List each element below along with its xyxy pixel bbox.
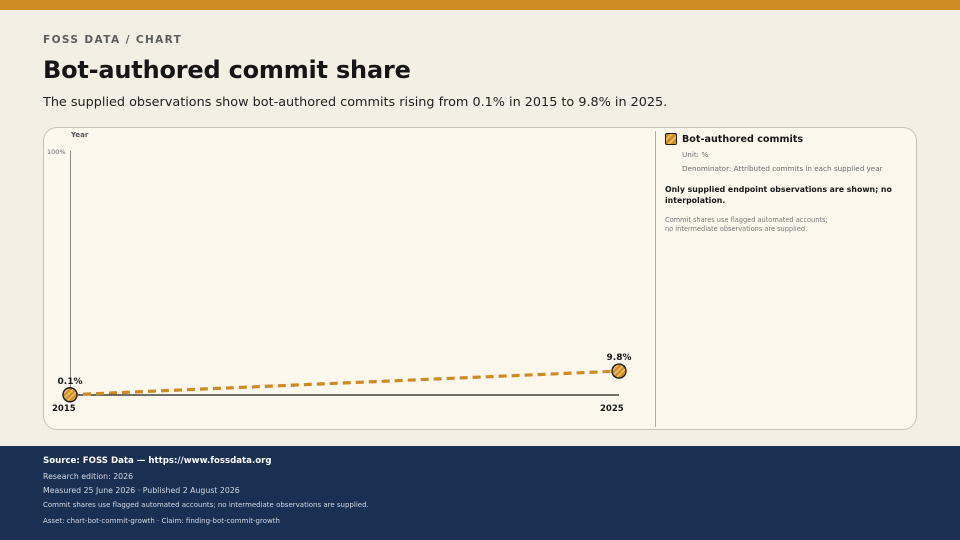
footer-source: Source: FOSS Data — https://www.fossdata… bbox=[43, 456, 272, 466]
footer-edition: Research edition: 2026 bbox=[43, 472, 134, 481]
y-tick-label: 100% bbox=[47, 148, 66, 156]
data-label: 0.1% bbox=[58, 377, 83, 387]
legend-small-note: Commit shares use flagged automated acco… bbox=[665, 216, 828, 234]
y-axis-label: Year bbox=[70, 131, 89, 139]
legend-denominator: Denominator: Attributed commits in each … bbox=[682, 164, 883, 173]
footer-asset: Asset: chart-bot-commit-growth · Claim: … bbox=[43, 517, 280, 525]
data-label: 9.8% bbox=[607, 353, 632, 363]
legend-unit: Unit: % bbox=[682, 150, 709, 159]
data-point bbox=[62, 387, 78, 403]
legend-series-name: Bot-authored commits bbox=[682, 133, 804, 145]
footer: Source: FOSS Data — https://www.fossdata… bbox=[0, 446, 960, 540]
legend-note: Only supplied endpoint observations are … bbox=[665, 185, 892, 205]
data-point bbox=[611, 363, 627, 379]
footer-dates: Measured 25 June 2026 · Published 2 Augu… bbox=[43, 486, 240, 495]
x-tick-label: 2025 bbox=[600, 404, 624, 414]
legend-panel: Bot-authored commits Unit: % Denominator… bbox=[665, 133, 905, 234]
series-line bbox=[69, 369, 620, 397]
legend-swatch bbox=[665, 133, 677, 145]
footer-method: Commit shares use flagged automated acco… bbox=[43, 501, 369, 509]
x-tick-label: 2015 bbox=[52, 404, 76, 414]
